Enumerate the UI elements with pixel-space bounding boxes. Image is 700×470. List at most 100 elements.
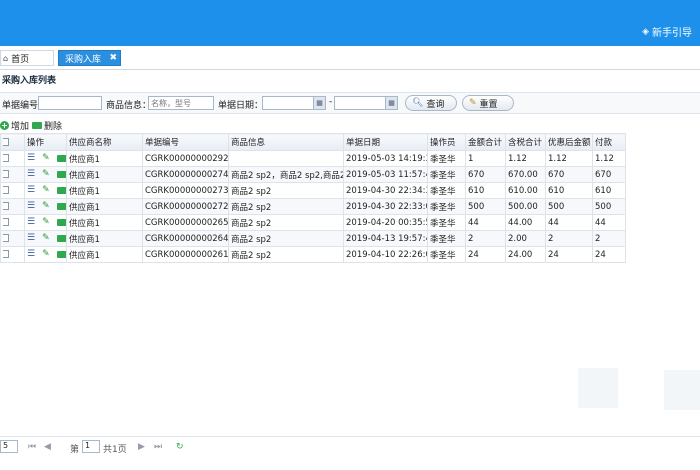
column-header[interactable]: 优惠后金额	[545, 133, 593, 151]
delete-icon[interactable]	[56, 218, 66, 226]
delete-button[interactable]: 删除	[32, 119, 62, 132]
column-header[interactable]: 商品信息	[228, 133, 344, 151]
search-icon: 🔍︎	[412, 98, 424, 108]
row-actions: ☰ ✎	[24, 150, 67, 167]
list-icon[interactable]: ☰	[27, 233, 35, 243]
tax-total-cell: 2.00	[505, 230, 546, 247]
column-header[interactable]: 单据日期	[343, 133, 428, 151]
doc-no-cell: CGRK00000000264	[142, 230, 229, 247]
reset-button[interactable]: ✎ 重置	[462, 95, 514, 111]
list-icon[interactable]: ☰	[27, 169, 35, 179]
last-page-icon[interactable]: ⏭	[154, 442, 162, 452]
prev-page-icon[interactable]: ◀	[44, 442, 51, 452]
list-icon[interactable]: ☰	[27, 185, 35, 195]
page-number-input[interactable]: 1	[82, 440, 100, 453]
edit-icon[interactable]: ✎	[42, 185, 50, 195]
list-icon[interactable]: ☰	[27, 217, 35, 227]
add-button[interactable]: + 增加	[0, 119, 29, 132]
end-date-input[interactable]: ▦	[334, 96, 398, 110]
calendar-icon[interactable]: ▦	[313, 97, 325, 109]
delete-icon[interactable]	[56, 186, 66, 194]
tax-total-cell: 24.00	[505, 246, 546, 263]
refresh-icon[interactable]: ↻	[176, 442, 184, 452]
operator-cell: 季圣华	[427, 166, 466, 183]
delete-icon[interactable]	[56, 154, 66, 162]
table-row[interactable]: ☰ ✎ 供应商1 CGRK00000000261 商品2 sp2 2019-04-…	[0, 246, 626, 263]
row-checkbox[interactable]	[0, 182, 25, 199]
tax-total-cell: 670.00	[505, 166, 546, 183]
discounted-cell: 500	[545, 198, 593, 215]
delete-icon[interactable]	[56, 250, 66, 258]
edit-icon[interactable]: ✎	[42, 217, 50, 227]
checkbox-icon	[3, 202, 9, 210]
paid-cell: 500	[592, 198, 626, 215]
amount-cell: 1	[465, 150, 506, 167]
add-button-label: 增加	[11, 122, 30, 132]
table-row[interactable]: ☰ ✎ 供应商1 CGRK00000000264 商品2 sp2 2019-04-…	[0, 230, 626, 247]
calendar-icon[interactable]: ▦	[385, 97, 397, 109]
row-actions: ☰ ✎	[24, 246, 67, 263]
table-row[interactable]: ☰ ✎ 供应商1 CGRK00000000274 商品2 sp2，商品2 sp2,…	[0, 166, 626, 183]
edit-icon[interactable]: ✎	[42, 201, 50, 211]
doc-no-cell: CGRK00000000273	[142, 182, 229, 199]
row-actions: ☰ ✎	[24, 198, 67, 215]
product-info-input[interactable]	[148, 96, 214, 110]
list-icon[interactable]: ☰	[27, 201, 35, 211]
row-checkbox[interactable]	[0, 230, 25, 247]
discounted-cell: 44	[545, 214, 593, 231]
checkbox-icon	[3, 218, 9, 226]
column-header[interactable]: 金额合计	[465, 133, 506, 151]
next-page-icon[interactable]: ▶	[138, 442, 145, 452]
row-checkbox[interactable]	[0, 198, 25, 215]
tab-purchase-inbound[interactable]: 采购入库 ✖	[58, 50, 121, 66]
first-page-icon[interactable]: ⏮	[28, 442, 36, 452]
help-guide-link[interactable]: ◈ 新手引导	[642, 24, 692, 40]
delete-icon[interactable]	[56, 202, 66, 210]
list-icon[interactable]: ☰	[27, 153, 35, 163]
edit-icon[interactable]: ✎	[42, 169, 50, 179]
tax-total-cell: 500.00	[505, 198, 546, 215]
column-header[interactable]: 操作员	[427, 133, 466, 151]
delete-icon[interactable]	[56, 170, 66, 178]
table-row[interactable]: ☰ ✎ 供应商1 CGRK00000000265 商品2 sp2 2019-04-…	[0, 214, 626, 231]
supplier-cell: 供应商1	[66, 214, 143, 231]
column-header[interactable]: 付款	[592, 133, 626, 151]
table-row[interactable]: ☰ ✎ 供应商1 CGRK00000000292 2019-05-03 14:19…	[0, 150, 626, 167]
list-icon[interactable]: ☰	[27, 249, 35, 259]
amount-cell: 44	[465, 214, 506, 231]
tax-total-cell: 44.00	[505, 214, 546, 231]
doc-no-input[interactable]	[38, 96, 102, 110]
delete-button-label: 删除	[44, 122, 63, 132]
reset-button-label: 重置	[479, 99, 498, 110]
select-all-checkbox[interactable]	[0, 133, 25, 151]
delete-icon[interactable]	[56, 234, 66, 242]
supplier-cell: 供应商1	[66, 198, 143, 215]
table-row[interactable]: ☰ ✎ 供应商1 CGRK00000000273 商品2 sp2 2019-04-…	[0, 182, 626, 199]
edit-icon[interactable]: ✎	[42, 249, 50, 259]
product-cell: 商品2 sp2	[228, 214, 344, 231]
doc-no-cell: CGRK00000000261	[142, 246, 229, 263]
row-checkbox[interactable]	[0, 246, 25, 263]
operator-cell: 季圣华	[427, 230, 466, 247]
discounted-cell: 24	[545, 246, 593, 263]
product-cell: 商品2 sp2	[228, 182, 344, 199]
tab-home[interactable]: ⌂ 首页	[0, 50, 54, 66]
row-checkbox[interactable]	[0, 214, 25, 231]
close-icon[interactable]: ✖	[109, 53, 117, 63]
column-header[interactable]: 供应商名称	[66, 133, 143, 151]
table-row[interactable]: ☰ ✎ 供应商1 CGRK00000000272 商品2 sp2 2019-04-…	[0, 198, 626, 215]
page-size-select[interactable]: 5	[0, 440, 18, 453]
checkbox-icon	[3, 154, 9, 162]
edit-icon[interactable]: ✎	[42, 233, 50, 243]
column-header[interactable]: 单据编号	[142, 133, 229, 151]
column-header[interactable]: 含税合计	[505, 133, 546, 151]
row-checkbox[interactable]	[0, 166, 25, 183]
row-checkbox[interactable]	[0, 150, 25, 167]
start-date-input[interactable]: ▦	[262, 96, 326, 110]
edit-icon[interactable]: ✎	[42, 153, 50, 163]
query-button[interactable]: 🔍︎ 查询	[405, 95, 457, 111]
paid-cell: 670	[592, 166, 626, 183]
doc-no-cell: CGRK00000000274	[142, 166, 229, 183]
help-guide-label: 新手引导	[652, 28, 692, 39]
operator-cell: 季圣华	[427, 150, 466, 167]
